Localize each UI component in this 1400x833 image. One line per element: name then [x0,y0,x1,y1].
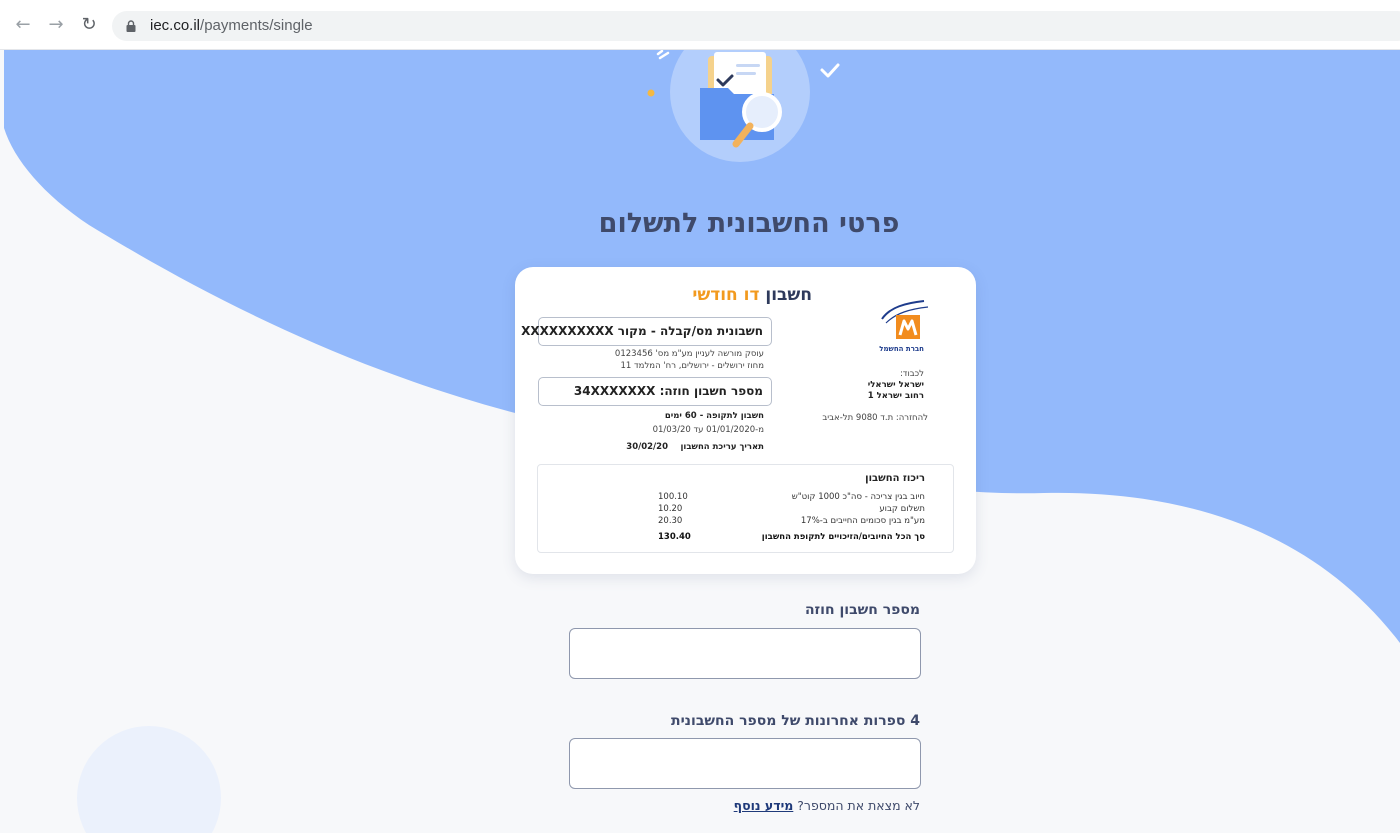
summary-row-label: תשלום קבוע [879,504,925,514]
bill-heading-accent: דו חודשי [692,285,760,305]
page-content: פרטי החשבונית לתשלום חשבון דו חודשי חברת… [4,50,1400,833]
url-path: /payments/single [200,17,313,34]
back-arrow-icon[interactable]: ← [12,14,34,36]
address-bar[interactable]: iec.co.il/payments/single [112,11,1400,41]
return-address: להחזרה: ת.ד 9080 תל-אביב [822,413,928,423]
summary-row-label: חיוב בגין צריכה - סה"כ 1000 קוט"ש [791,492,925,502]
issue-date-value: 30/02/20 [626,442,668,452]
logo-caption: חברת החשמל [879,345,924,353]
summary-total-label: סך הכל החיובים/הזיכויים לתקופת החשבון [761,532,925,542]
period-title: חשבון לתקופה - 60 ימים [664,411,764,421]
contract-number-label: מספר חשבון חוזה [804,602,920,618]
contract-number-box: מספר חשבון חוזה: 34XXXXXXX [538,377,772,406]
summary-row-label: מע"מ בגין סכומים החייבים ב-17% [800,516,925,526]
bill-summary: ריכוז החשבון חיוב בגין צריכה - סה"כ 1000… [537,464,954,553]
forward-arrow-icon[interactable]: → [45,14,67,36]
url-text: iec.co.il/payments/single [150,17,313,34]
reload-icon[interactable]: ↻ [78,14,100,36]
bill-example-card: חשבון דו חודשי חברת החשמל חשבונית מס/קבל… [515,267,976,574]
folder-search-illustration-icon [647,50,840,162]
help-line: לא מצאת את המספר? מידע נוסף [734,798,920,813]
summary-row-value: 100.10 [658,492,688,502]
summary-row-value: 20.30 [658,516,683,526]
lock-icon [126,20,136,32]
dealer-line: עוסק מורשה לעניין מע"מ מס' 0123456 [614,349,764,359]
invoice-digits-label: 4 ספרות אחרונות של מספר החשבונית [671,713,920,729]
invoice-number-box: חשבונית מס/קבלה - מקור XXXXXXXXXX [521,317,772,346]
recipient-name: ישראל ישראלי [867,380,924,390]
page-title: פרטי החשבונית לתשלום [598,208,900,239]
summary-total-value: 130.40 [658,532,691,542]
bill-heading: חשבון דו חודשי [692,285,812,305]
recipient-to: לכבוד: [899,369,924,379]
district-line: מחוז ירושלים - ירושלים, רח' המלמד 11 [620,361,764,371]
help-text: לא מצאת את המספר? [797,798,920,813]
invoice-digits-input[interactable] [569,738,921,789]
more-info-link[interactable]: מידע נוסף [734,798,794,813]
recipient-street: רחוב ישראל 1 [867,391,924,401]
browser-toolbar: ← → ↻ iec.co.il/payments/single [0,0,1400,50]
bill-heading-main: חשבון [765,285,812,305]
contract-number-input[interactable] [569,628,921,679]
summary-row-value: 10.20 [658,504,683,514]
url-host: iec.co.il [150,17,201,34]
period-range: מ-01/01/2020 עד 01/03/20 [652,425,764,435]
issue-date-label: תאריך עריכת החשבון [680,442,765,452]
summary-title: ריכוז החשבון [865,473,925,484]
